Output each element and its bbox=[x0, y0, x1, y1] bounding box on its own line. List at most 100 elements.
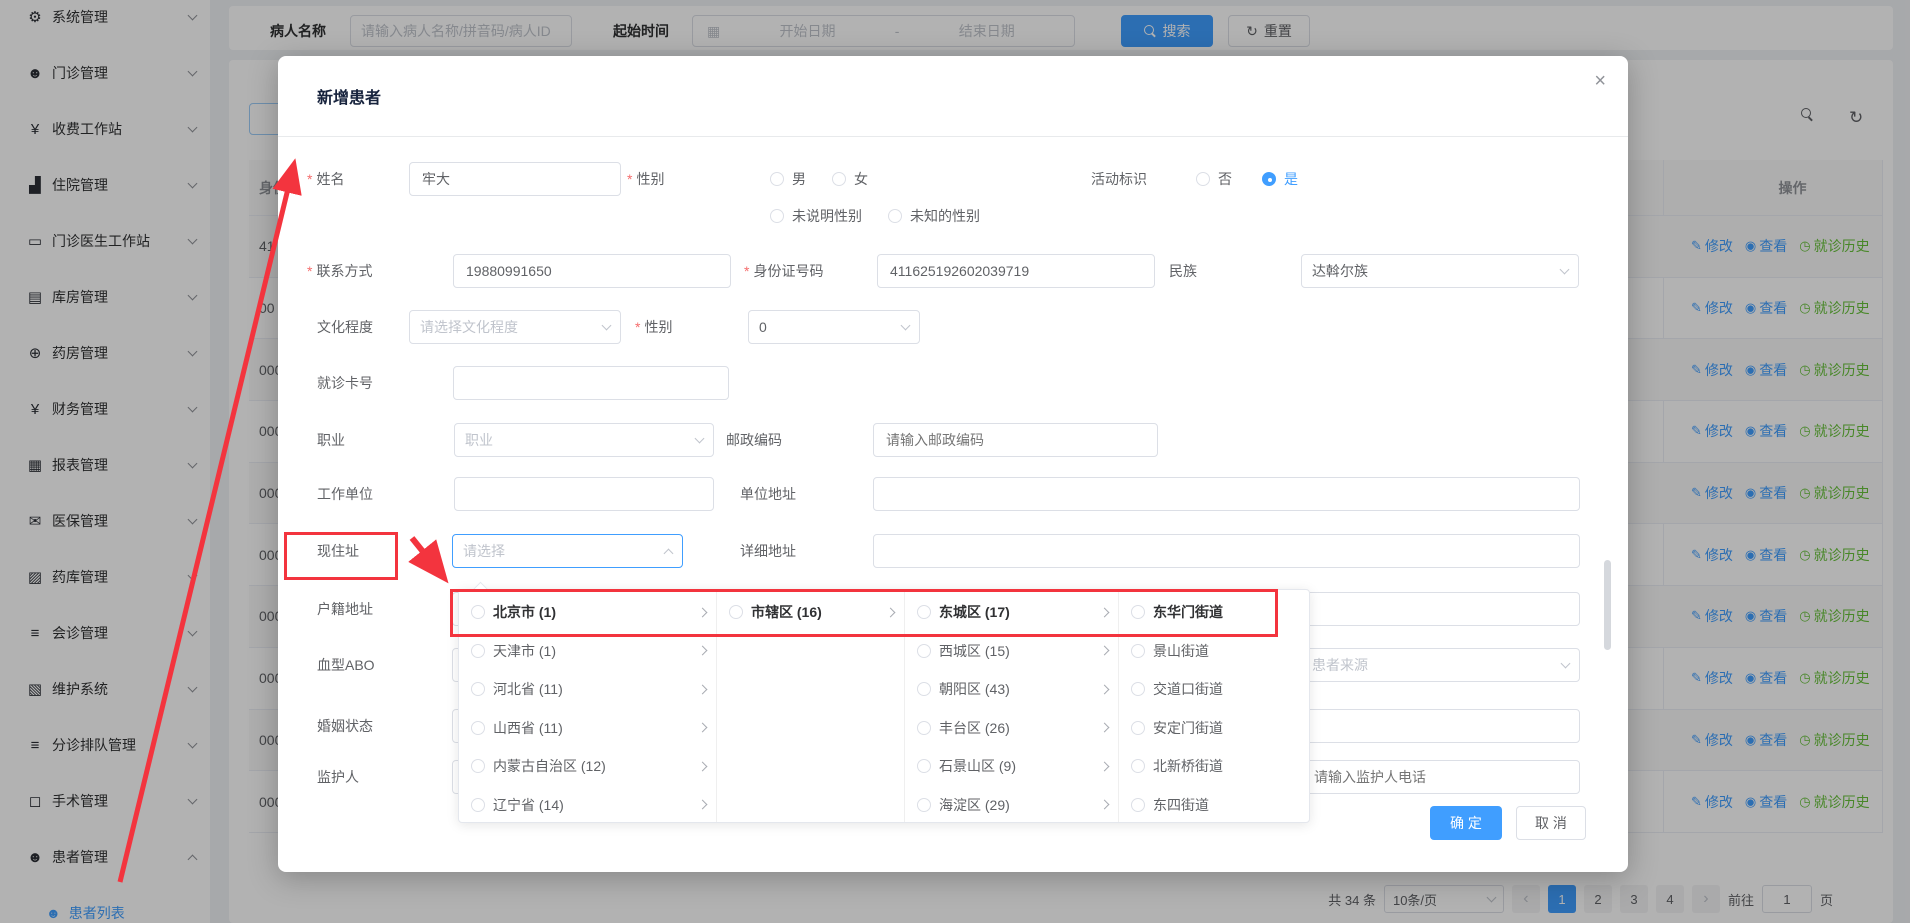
confirm-button[interactable]: 确 定 bbox=[1430, 806, 1502, 840]
active-flag-radio-group: 否 是 bbox=[1196, 162, 1298, 196]
chevron-right-icon bbox=[698, 646, 708, 656]
current-address-cascader[interactable]: 请选择 bbox=[452, 534, 683, 568]
cascader-option[interactable]: 景山街道 bbox=[1119, 632, 1309, 671]
radio-icon[interactable] bbox=[1131, 682, 1145, 696]
radio-icon[interactable] bbox=[1131, 605, 1145, 619]
name-label: *姓名 bbox=[307, 162, 344, 196]
radio-icon[interactable] bbox=[471, 644, 485, 658]
visit-card-input[interactable] bbox=[453, 366, 729, 400]
education-label: 文化程度 bbox=[317, 310, 373, 344]
household-detail-input[interactable] bbox=[1301, 592, 1580, 626]
radio-icon[interactable] bbox=[471, 605, 485, 619]
cascader-option[interactable]: 河北省 (11) bbox=[459, 670, 716, 709]
radio-icon[interactable] bbox=[471, 721, 485, 735]
unit-address-label: 单位地址 bbox=[740, 477, 796, 511]
modal-title: 新增患者 bbox=[317, 84, 381, 108]
visit-card-label: 就诊卡号 bbox=[317, 366, 373, 400]
chevron-down-icon bbox=[695, 433, 705, 443]
radio-icon[interactable] bbox=[917, 644, 931, 658]
chevron-right-icon bbox=[1100, 684, 1110, 694]
radio-icon[interactable] bbox=[1131, 721, 1145, 735]
gender-radio-label: *性别 bbox=[627, 162, 664, 196]
radio-icon[interactable] bbox=[917, 605, 931, 619]
guardian-phone-input[interactable] bbox=[1301, 760, 1580, 794]
chevron-down-icon bbox=[1560, 264, 1570, 274]
cascader-province-column: 北京市 (1) 天津市 (1) 河北省 (11) 山西省 (11) bbox=[459, 590, 717, 822]
cascader-option[interactable]: 内蒙古自治区 (12) bbox=[459, 747, 716, 786]
marital-label: 婚姻状态 bbox=[317, 709, 373, 743]
modal-scrollbar[interactable] bbox=[1604, 560, 1611, 650]
cascader-option[interactable]: 东城区 (17) bbox=[905, 593, 1118, 632]
radio-icon[interactable] bbox=[917, 721, 931, 735]
cascader-option[interactable]: 天津市 (1) bbox=[459, 632, 716, 671]
cascader-option[interactable]: 东华门街道 bbox=[1119, 593, 1309, 632]
gender-select-label: *性别 bbox=[635, 310, 672, 344]
gender-male-radio[interactable]: 男 bbox=[770, 169, 806, 189]
postcode-label: 邮政编码 bbox=[726, 423, 782, 457]
postcode-input[interactable] bbox=[873, 423, 1158, 457]
active-yes-radio[interactable]: 是 bbox=[1262, 169, 1298, 189]
cancel-button[interactable]: 取 消 bbox=[1516, 806, 1586, 840]
education-select[interactable]: 请选择文化程度 bbox=[409, 310, 621, 344]
contact-input[interactable] bbox=[453, 254, 731, 288]
radio-icon[interactable] bbox=[471, 682, 485, 696]
id-card-input[interactable] bbox=[877, 254, 1155, 288]
gender-unspecified-radio[interactable]: 未说明性别 bbox=[770, 206, 862, 226]
name-input[interactable] bbox=[409, 162, 621, 196]
chevron-right-icon bbox=[1100, 723, 1110, 733]
cascader-district-column: 东城区 (17) 西城区 (15) 朝阳区 (43) 丰台区 (26) bbox=[905, 590, 1119, 822]
marital-extra-input[interactable] bbox=[1301, 709, 1580, 743]
ethnic-label: 民族 bbox=[1169, 254, 1197, 288]
unit-address-input[interactable] bbox=[873, 477, 1580, 511]
work-unit-input[interactable] bbox=[454, 477, 714, 511]
radio-icon[interactable] bbox=[917, 759, 931, 773]
close-icon[interactable]: × bbox=[1594, 70, 1606, 93]
occupation-label: 职业 bbox=[317, 423, 345, 457]
chevron-right-icon bbox=[698, 723, 708, 733]
radio-icon[interactable] bbox=[1131, 798, 1145, 812]
gender-extra-radio-group: 未说明性别 未知的性别 bbox=[770, 199, 980, 233]
chevron-right-icon bbox=[886, 607, 896, 617]
ethnic-select[interactable]: 达斡尔族 bbox=[1301, 254, 1579, 288]
gender-female-radio[interactable]: 女 bbox=[832, 169, 868, 189]
cascader-option[interactable]: 山西省 (11) bbox=[459, 709, 716, 748]
gender-radio-group: 男 女 bbox=[770, 162, 868, 196]
chevron-down-icon bbox=[901, 320, 911, 330]
chevron-down-icon bbox=[602, 320, 612, 330]
cascader-option[interactable]: 朝阳区 (43) bbox=[905, 670, 1118, 709]
work-unit-label: 工作单位 bbox=[317, 477, 373, 511]
radio-icon[interactable] bbox=[471, 759, 485, 773]
radio-icon[interactable] bbox=[729, 605, 743, 619]
occupation-select[interactable]: 职业 bbox=[454, 423, 714, 457]
patient-source-select[interactable]: 患者来源 bbox=[1301, 648, 1580, 682]
chevron-right-icon bbox=[698, 684, 708, 694]
cascader-option[interactable]: 西城区 (15) bbox=[905, 632, 1118, 671]
gender-select[interactable]: 0 bbox=[748, 310, 920, 344]
cascader-option[interactable]: 交道口街道 bbox=[1119, 670, 1309, 709]
cascader-option[interactable]: 石景山区 (9) bbox=[905, 747, 1118, 786]
guardian-label: 监护人 bbox=[317, 760, 359, 794]
cascader-option[interactable]: 北京市 (1) bbox=[459, 593, 716, 632]
contact-label: *联系方式 bbox=[307, 254, 372, 288]
cascader-option[interactable]: 海淀区 (29) bbox=[905, 786, 1118, 823]
radio-icon[interactable] bbox=[471, 798, 485, 812]
radio-icon[interactable] bbox=[1131, 759, 1145, 773]
chevron-right-icon bbox=[1100, 761, 1110, 771]
id-card-label: *身份证号码 bbox=[744, 254, 823, 288]
cascader-city-column: 市辖区 (16) bbox=[717, 590, 905, 822]
radio-icon[interactable] bbox=[917, 798, 931, 812]
cascader-option[interactable]: 安定门街道 bbox=[1119, 709, 1309, 748]
blood-type-label: 血型ABO bbox=[317, 648, 375, 682]
chevron-right-icon bbox=[1100, 800, 1110, 810]
cascader-option[interactable]: 市辖区 (16) bbox=[717, 593, 904, 632]
active-flag-label: 活动标识 bbox=[1091, 162, 1147, 196]
active-no-radio[interactable]: 否 bbox=[1196, 169, 1232, 189]
detail-address-input[interactable] bbox=[873, 534, 1580, 568]
cascader-option[interactable]: 辽宁省 (14) bbox=[459, 786, 716, 823]
gender-unknown-radio[interactable]: 未知的性别 bbox=[888, 206, 980, 226]
cascader-option[interactable]: 东四街道 bbox=[1119, 786, 1309, 823]
cascader-option[interactable]: 北新桥街道 bbox=[1119, 747, 1309, 786]
radio-icon[interactable] bbox=[1131, 644, 1145, 658]
cascader-option[interactable]: 丰台区 (26) bbox=[905, 709, 1118, 748]
radio-icon[interactable] bbox=[917, 682, 931, 696]
